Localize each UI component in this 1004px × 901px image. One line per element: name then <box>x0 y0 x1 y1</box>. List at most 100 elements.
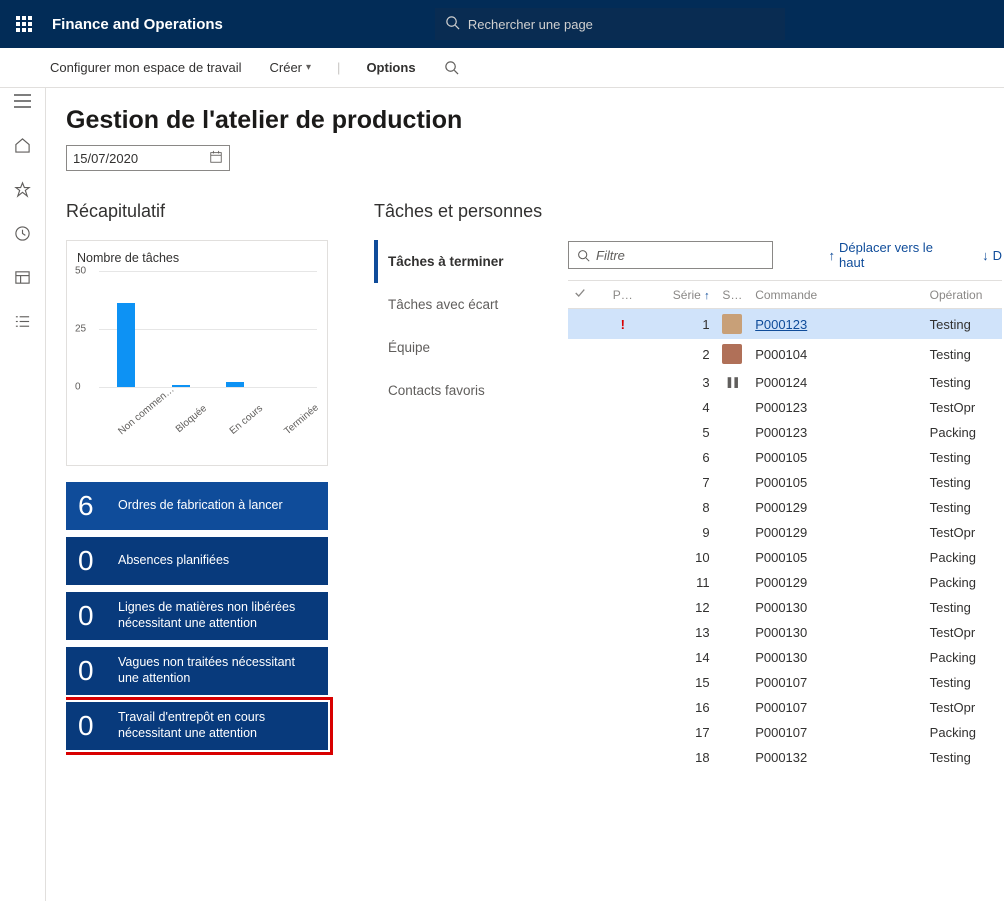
chart-bar[interactable] <box>117 303 135 387</box>
table-row[interactable]: 7P000105Testing <box>568 470 1002 495</box>
table-row[interactable]: 5P000123Packing <box>568 420 1002 445</box>
row-select-cell[interactable] <box>568 445 597 470</box>
commande-cell[interactable]: P000105 <box>749 545 923 570</box>
commande-cell[interactable]: P000130 <box>749 620 923 645</box>
table-row[interactable]: 9P000129TestOpr <box>568 520 1002 545</box>
nav-menu-button[interactable] <box>0 90 46 112</box>
commande-cell[interactable]: P000107 <box>749 670 923 695</box>
move-up-button[interactable]: ↑ Déplacer vers le haut <box>829 240 955 270</box>
row-select-cell[interactable] <box>568 339 597 369</box>
tasks-tab[interactable]: Tâches avec écart <box>374 283 552 326</box>
summary-tile[interactable]: 0Absences planifiées <box>66 537 328 585</box>
commande-cell[interactable]: P000129 <box>749 520 923 545</box>
row-select-cell[interactable] <box>568 495 597 520</box>
summary-tile[interactable]: 6Ordres de fabrication à lancer <box>66 482 328 530</box>
summary-tile[interactable]: 0Lignes de matières non libérées nécessi… <box>66 592 328 640</box>
row-select-cell[interactable] <box>568 470 597 495</box>
row-select-cell[interactable] <box>568 670 597 695</box>
nav-favorites-button[interactable] <box>0 178 46 200</box>
table-row[interactable]: 13P000130TestOpr <box>568 620 1002 645</box>
commande-cell[interactable]: P000105 <box>749 445 923 470</box>
table-row[interactable]: 3❚❚P000124Testing <box>568 369 1002 395</box>
tasks-tab[interactable]: Équipe <box>374 326 552 369</box>
x-label: Bloquée <box>172 403 210 437</box>
table-row[interactable]: 17P000107Packing <box>568 720 1002 745</box>
commande-cell[interactable]: P000123 <box>749 395 923 420</box>
commande-cell[interactable]: P000132 <box>749 745 923 770</box>
table-row[interactable]: 10P000105Packing <box>568 545 1002 570</box>
col-commande[interactable]: Commande <box>749 281 923 309</box>
status-cell <box>716 670 750 695</box>
row-select-cell[interactable] <box>568 595 597 620</box>
commande-cell[interactable]: P000129 <box>749 570 923 595</box>
row-select-cell[interactable] <box>568 645 597 670</box>
table-row[interactable]: 15P000107Testing <box>568 670 1002 695</box>
col-status[interactable]: S… <box>716 281 750 309</box>
table-row[interactable]: 11P000129Packing <box>568 570 1002 595</box>
commande-cell[interactable]: P000129 <box>749 495 923 520</box>
row-select-cell[interactable] <box>568 309 597 340</box>
nav-recent-button[interactable] <box>0 222 46 244</box>
table-row[interactable]: 12P000130Testing <box>568 595 1002 620</box>
row-select-cell[interactable] <box>568 395 597 420</box>
nav-modules-button[interactable] <box>0 310 46 332</box>
row-select-cell[interactable] <box>568 745 597 770</box>
priority-cell <box>597 339 648 369</box>
chart-bar[interactable] <box>226 382 244 387</box>
nav-home-button[interactable] <box>0 134 46 156</box>
page-search-button[interactable] <box>442 56 461 79</box>
row-select-cell[interactable] <box>568 520 597 545</box>
col-select[interactable] <box>568 281 597 309</box>
configure-workspace-button[interactable]: Configurer mon espace de travail <box>48 56 244 79</box>
table-row[interactable]: 18P000132Testing <box>568 745 1002 770</box>
col-priority[interactable]: P… <box>597 281 648 309</box>
row-select-cell[interactable] <box>568 720 597 745</box>
summary-tile[interactable]: 0Vagues non traitées nécessitant une att… <box>66 647 328 695</box>
table-row[interactable]: 4P000123TestOpr <box>568 395 1002 420</box>
table-row[interactable]: 2P000104Testing <box>568 339 1002 369</box>
commande-cell[interactable]: P000105 <box>749 470 923 495</box>
serie-cell: 10 <box>649 545 716 570</box>
commande-cell[interactable]: P000124 <box>749 369 923 395</box>
row-select-cell[interactable] <box>568 545 597 570</box>
filter-input[interactable]: Filtre <box>568 241 773 269</box>
row-select-cell[interactable] <box>568 695 597 720</box>
global-search-input[interactable]: Rechercher une page <box>435 8 785 40</box>
status-cell <box>716 309 750 340</box>
options-button[interactable]: Options <box>364 56 417 79</box>
table-row[interactable]: 14P000130Packing <box>568 645 1002 670</box>
col-serie[interactable]: Série ↑ <box>649 281 716 309</box>
status-cell <box>716 339 750 369</box>
row-select-cell[interactable] <box>568 420 597 445</box>
commande-cell[interactable]: P000123 <box>749 420 923 445</box>
commande-cell[interactable]: P000107 <box>749 720 923 745</box>
operation-cell: Testing <box>924 309 1002 340</box>
date-input[interactable]: 15/07/2020 <box>66 145 230 171</box>
row-select-cell[interactable] <box>568 620 597 645</box>
create-button[interactable]: Créer ▾ <box>268 56 314 79</box>
tasks-tab[interactable]: Contacts favoris <box>374 369 552 412</box>
col-operation[interactable]: Opération <box>924 281 1002 309</box>
row-select-cell[interactable] <box>568 369 597 395</box>
move-down-button[interactable]: ↓ D <box>982 248 1002 263</box>
table-row[interactable]: 6P000105Testing <box>568 445 1002 470</box>
table-row[interactable]: !1P000123Testing <box>568 309 1002 340</box>
table-row[interactable]: 16P000107TestOpr <box>568 695 1002 720</box>
row-select-cell[interactable] <box>568 570 597 595</box>
commande-cell[interactable]: P000123 <box>749 309 923 340</box>
tasks-heading: Tâches et personnes <box>374 201 1002 222</box>
summary-tile[interactable]: 0Travail d'entrepôt en cours nécessitant… <box>66 702 328 750</box>
tasks-tab[interactable]: Tâches à terminer <box>374 240 552 283</box>
avatar <box>722 344 742 364</box>
commande-cell[interactable]: P000130 <box>749 645 923 670</box>
app-launcher-button[interactable] <box>0 0 48 48</box>
page-title: Gestion de l'atelier de production <box>66 106 1002 135</box>
task-count-chart[interactable]: Nombre de tâches 02550 Non commen…Bloqué… <box>66 240 328 466</box>
commande-cell[interactable]: P000104 <box>749 339 923 369</box>
nav-workspaces-button[interactable] <box>0 266 46 288</box>
table-row[interactable]: 8P000129Testing <box>568 495 1002 520</box>
nav-rail <box>0 88 46 901</box>
commande-cell[interactable]: P000107 <box>749 695 923 720</box>
chart-bar[interactable] <box>172 385 190 387</box>
commande-cell[interactable]: P000130 <box>749 595 923 620</box>
